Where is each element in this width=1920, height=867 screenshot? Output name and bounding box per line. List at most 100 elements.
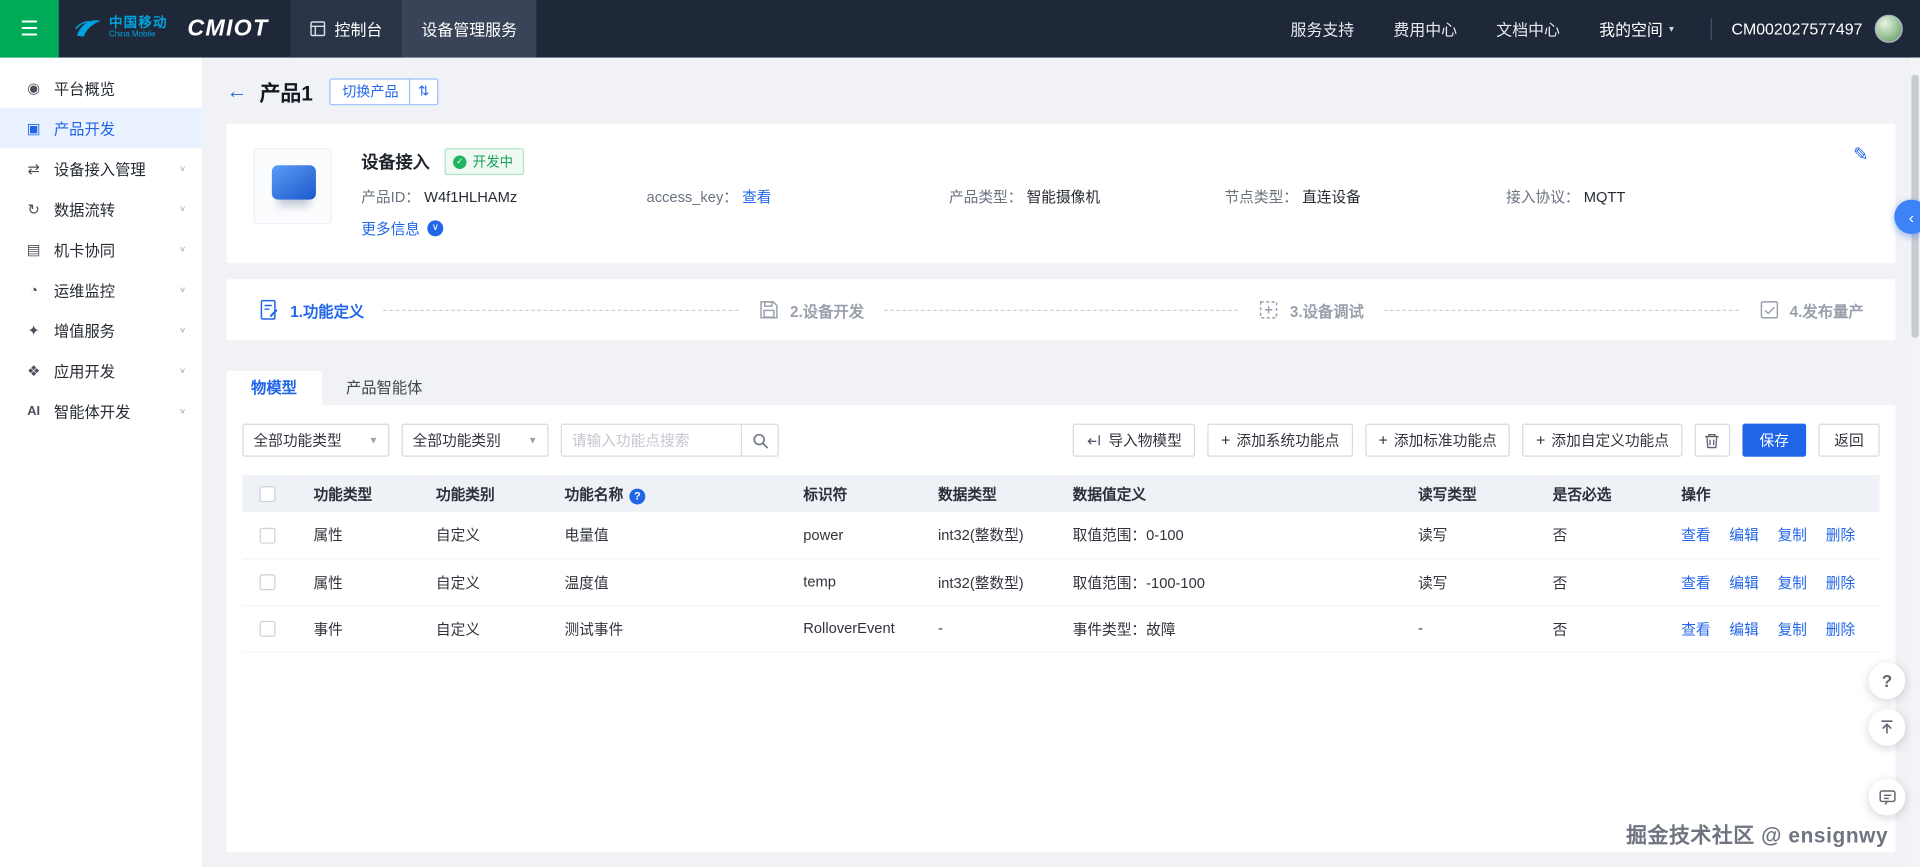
view-link[interactable]: 查看 (1681, 527, 1710, 544)
main-content: ← 产品1 切换产品 ⇅ 设备接入 开发中 (202, 57, 1920, 867)
sidebar-item-app-development[interactable]: ❖ 应用开发 ∨ (0, 350, 202, 390)
search-button[interactable] (740, 424, 778, 456)
chevron-down-icon: ∨ (178, 204, 187, 214)
import-icon (1087, 435, 1101, 446)
save-button[interactable]: 保存 (1742, 423, 1807, 457)
page-header: ← 产品1 切换产品 ⇅ (202, 58, 1920, 124)
more-info-label: 更多信息 (361, 220, 421, 238)
row-checkbox[interactable] (259, 574, 276, 591)
delete-link[interactable]: 删除 (1826, 574, 1855, 591)
step-device-development[interactable]: 2.设备开发 (758, 298, 864, 321)
tab-thing-model[interactable]: 物模型 (226, 371, 322, 406)
plus-icon: + (1220, 431, 1231, 450)
delete-link[interactable]: 删除 (1826, 527, 1855, 544)
data-flow-icon: ↻ (27, 200, 40, 218)
step-device-debugging[interactable]: 3.设备调试 (1258, 298, 1364, 321)
copy-link[interactable]: 复制 (1778, 574, 1807, 591)
step-release-production[interactable]: 4.发布量产 (1758, 298, 1864, 321)
edit-link[interactable]: 编辑 (1729, 620, 1758, 637)
link-doc-center[interactable]: 文档中心 (1496, 17, 1560, 40)
edit-link[interactable]: 编辑 (1729, 527, 1758, 544)
cell-rw-type: - (1408, 604, 1543, 653)
device-access-icon: ⇄ (27, 159, 40, 177)
import-thing-model-button[interactable]: 导入物模型 (1072, 423, 1196, 457)
link-service-support[interactable]: 服务支持 (1291, 17, 1355, 40)
sidebar-item-sim-collaboration[interactable]: ▤ 机卡协同 ∨ (0, 229, 202, 269)
back-to-top-floating-button[interactable] (1868, 708, 1906, 746)
hamburger-icon: ☰ (20, 16, 39, 40)
row-checkbox[interactable] (259, 527, 276, 544)
add-custom-function-button[interactable]: + 添加自定义功能点 (1522, 423, 1683, 457)
chevron-down-icon: ▼ (527, 434, 538, 446)
add-standard-function-button[interactable]: + 添加标准功能点 (1365, 423, 1511, 457)
search-input[interactable] (562, 424, 741, 456)
delete-link[interactable]: 删除 (1826, 620, 1855, 637)
function-search (560, 423, 779, 457)
save-icon (760, 301, 778, 319)
step-label: 2.设备开发 (790, 303, 865, 321)
account-id: CM002027577497 (1731, 19, 1863, 38)
col-required: 是否必选 (1552, 485, 1612, 503)
row-checkbox[interactable] (259, 621, 276, 637)
add-system-function-button[interactable]: + 添加系统功能点 (1207, 423, 1353, 457)
cell-func-name: 电量值 (554, 511, 794, 559)
edit-icon[interactable]: ✎ (1853, 143, 1868, 165)
sidebar-item-value-added-services[interactable]: ✦ 增值服务 ∨ (0, 310, 202, 350)
switch-product-button[interactable]: 切换产品 ⇅ (329, 77, 438, 105)
sidebar-item-ai-agent-development[interactable]: AI 智能体开发 ∨ (0, 391, 202, 431)
help-floating-button[interactable]: ? (1868, 662, 1906, 700)
cell-func-category: 自定义 (426, 558, 555, 606)
sidebar-item-label: 设备接入管理 (53, 161, 146, 179)
return-button[interactable]: 返回 (1818, 423, 1880, 457)
more-info-link[interactable]: 更多信息 ∨ (361, 218, 1868, 239)
cell-func-name: 温度值 (554, 558, 794, 606)
delete-batch-button[interactable] (1694, 423, 1731, 457)
col-actions: 操作 (1681, 485, 1711, 503)
cell-required: 否 (1542, 511, 1672, 559)
help-icon[interactable]: ? (629, 487, 646, 504)
scrollbar[interactable] (1910, 57, 1920, 867)
col-func-type: 功能类型 (313, 485, 373, 503)
copy-link[interactable]: 复制 (1778, 527, 1807, 544)
field-product-id: 产品ID： W4f1HLHAMz (361, 188, 518, 206)
sidebar-item-ops-monitoring[interactable]: ◔ 运维监控 ∨ (0, 269, 202, 309)
step-function-definition[interactable]: 1.功能定义 (258, 298, 364, 321)
cell-data-type: - (928, 604, 1063, 653)
copy-link[interactable]: 复制 (1778, 620, 1807, 637)
function-type-select[interactable]: 全部功能类型 ▼ (242, 423, 390, 457)
table-toolbar: 全部功能类型 ▼ 全部功能类别 ▼ 导入物模型 (242, 423, 1880, 457)
sidebar-item-platform-overview[interactable]: ◉ 平台概览 (0, 67, 202, 107)
cell-identifier: RolloverEvent (793, 604, 929, 653)
tab-device-management-service[interactable]: 设备管理服务 (401, 0, 537, 58)
avatar[interactable] (1874, 14, 1903, 43)
hamburger-menu-button[interactable]: ☰ (0, 0, 59, 58)
select-all-checkbox[interactable] (259, 486, 276, 503)
cell-data-type: int32(整数型) (928, 511, 1063, 559)
product-image (253, 148, 332, 225)
debug-icon (1260, 301, 1278, 319)
view-link[interactable]: 查看 (1681, 620, 1710, 637)
col-data-type: 数据类型 (937, 485, 997, 503)
sim-card-icon: ▤ (26, 240, 41, 258)
status-text: 开发中 (472, 155, 514, 171)
edit-link[interactable]: 编辑 (1729, 574, 1758, 591)
cell-rw-type: 读写 (1408, 558, 1543, 606)
link-cost-center[interactable]: 费用中心 (1393, 17, 1457, 40)
button-label: 导入物模型 (1108, 432, 1182, 450)
function-category-select[interactable]: 全部功能类别 ▼ (401, 423, 549, 457)
cmiot-logo: CMIOT (187, 15, 269, 42)
app-root: ☰ 中国移动 China Mobile CMIOT 控制台 设备管理服务 服务支… (0, 0, 1920, 867)
feedback-floating-button[interactable] (1868, 778, 1906, 816)
table-row: 属性 自定义 电量值 power int32(整数型) 取值范围：0-100 读… (242, 511, 1880, 559)
sidebar-item-label: 应用开发 (53, 363, 116, 381)
sidebar-item-product-development[interactable]: ▣ 产品开发 (0, 107, 203, 149)
back-button[interactable]: ← (227, 79, 248, 103)
view-link[interactable]: 查看 (1681, 574, 1710, 591)
view-access-key-link[interactable]: 查看 (742, 189, 771, 206)
tab-product-agent[interactable]: 产品智能体 (321, 371, 447, 405)
sidebar-item-data-flow[interactable]: ↻ 数据流转 ∨ (0, 189, 202, 229)
sidebar-item-label: 机卡协同 (53, 242, 116, 260)
my-space-dropdown[interactable]: 我的空间 ▾ (1599, 17, 1674, 40)
tab-console[interactable]: 控制台 (290, 0, 402, 58)
sidebar-item-device-access-management[interactable]: ⇄ 设备接入管理 ∨ (0, 148, 202, 188)
